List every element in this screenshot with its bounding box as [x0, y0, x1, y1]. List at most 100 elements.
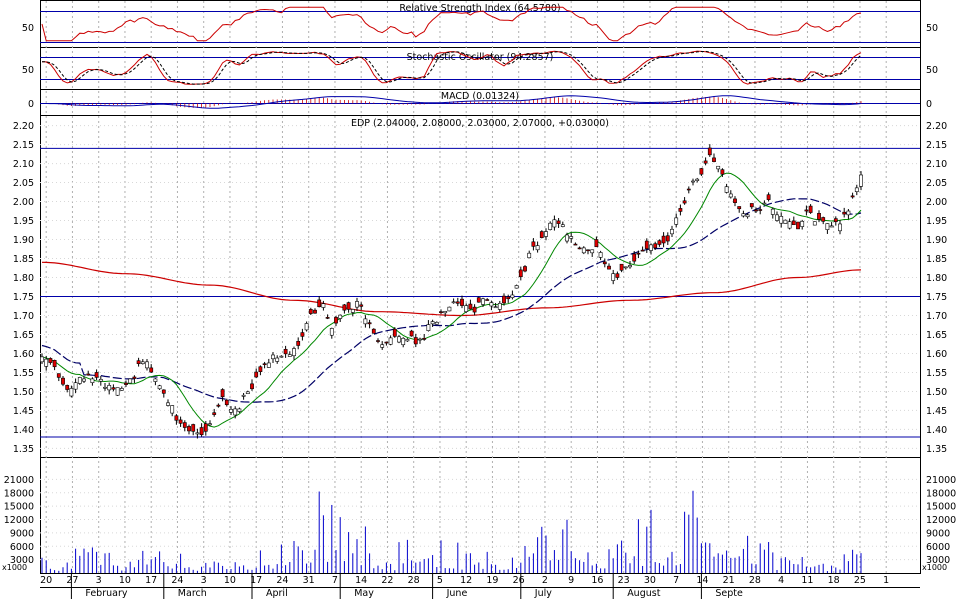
candle	[472, 304, 477, 316]
candle	[476, 296, 481, 303]
candle	[161, 389, 166, 398]
candle	[56, 373, 61, 382]
x-day-label: 24	[171, 575, 183, 586]
candle	[590, 249, 595, 257]
candle-body	[800, 220, 805, 227]
candle-body	[678, 208, 683, 212]
candle-body	[686, 188, 691, 191]
candle-body	[493, 306, 498, 309]
candle	[518, 266, 523, 281]
candle-body	[518, 269, 523, 278]
x-day-label: 2	[542, 575, 548, 586]
candle	[401, 337, 406, 348]
candle-body	[308, 309, 313, 314]
candle	[115, 387, 120, 396]
price-tick-left: 1.80	[13, 273, 34, 284]
x-day-label: 10	[119, 575, 131, 586]
candle	[128, 378, 133, 384]
candle-body	[271, 354, 275, 360]
candle	[388, 335, 393, 346]
rsi-tick-right: 50	[926, 23, 938, 34]
candle	[468, 299, 473, 310]
macd-tick-left: 0	[28, 99, 34, 110]
candle	[594, 236, 599, 248]
candle-body	[170, 405, 175, 414]
candle-body	[279, 355, 284, 358]
price-tick-right: 1.65	[926, 330, 947, 341]
volume-tick-right: 15000	[926, 502, 956, 513]
horizontal-gridlines	[40, 125, 920, 561]
price-tick-right: 1.90	[926, 235, 947, 246]
candle-body	[787, 221, 792, 229]
candle-body	[292, 348, 296, 357]
candle	[691, 178, 695, 186]
candle	[699, 167, 704, 176]
chart-frame	[40, 0, 921, 574]
volume-tick-right: 21000	[926, 475, 956, 486]
candle	[703, 157, 708, 166]
stochastic-panel: Stochastic Oscillator (94.2857) 50 50	[22, 50, 938, 85]
candle-body	[775, 214, 779, 221]
candle	[707, 144, 712, 157]
x-day-label: 14	[355, 575, 367, 586]
candle	[741, 210, 746, 218]
x-month-label: May	[354, 588, 374, 599]
candle-body	[770, 208, 775, 215]
candle	[598, 250, 603, 261]
candle	[770, 207, 775, 219]
x-day-label: 14	[696, 575, 708, 586]
volume-tick-right: 6000	[926, 542, 950, 553]
candle	[418, 337, 422, 344]
price-tick-left: 1.45	[13, 406, 34, 417]
price-tick-left: 1.70	[13, 311, 34, 322]
candle-body	[254, 371, 259, 378]
candle-body	[598, 252, 603, 258]
candle	[397, 334, 401, 344]
vertical-gridlines	[45, 1, 887, 573]
x-day-label: 31	[303, 575, 315, 586]
candle-body	[455, 301, 460, 304]
candle-body	[56, 373, 61, 378]
candle	[455, 297, 460, 307]
candle-body	[266, 362, 271, 368]
candle	[216, 403, 221, 408]
candle-body	[657, 240, 662, 245]
candle-body	[434, 322, 439, 325]
candle	[791, 216, 796, 226]
candle	[615, 271, 620, 280]
candle-body	[502, 295, 506, 304]
volume-tick-left: 18000	[4, 488, 34, 499]
price-tick-left: 1.35	[13, 444, 34, 455]
candle	[829, 222, 834, 228]
candle-body	[665, 235, 670, 242]
candle	[86, 370, 91, 376]
candle	[224, 398, 229, 407]
candle-body	[187, 426, 191, 432]
candle-body	[581, 247, 586, 254]
candle	[157, 384, 162, 390]
candle-body	[430, 321, 435, 325]
candle	[447, 306, 452, 312]
candle	[275, 355, 280, 364]
volume-tick-left: 12000	[4, 515, 34, 526]
candle	[670, 225, 674, 238]
candle-body	[808, 205, 813, 213]
candle-body	[250, 383, 254, 390]
candle-body	[594, 239, 599, 248]
candle-body	[380, 344, 385, 348]
candle-body	[224, 399, 229, 406]
candle	[850, 192, 855, 199]
candle-body	[691, 180, 695, 183]
x-day-label: 4	[778, 575, 784, 586]
candle	[434, 321, 439, 325]
candle-body	[632, 253, 637, 262]
candle-body	[145, 361, 149, 369]
candle-body	[212, 412, 217, 415]
candle	[77, 376, 82, 385]
candle	[48, 357, 53, 365]
x-day-label: 9	[568, 575, 574, 586]
candle	[464, 303, 469, 314]
candle-body	[754, 209, 758, 212]
candle-body	[371, 328, 376, 334]
candle-body	[241, 394, 246, 397]
